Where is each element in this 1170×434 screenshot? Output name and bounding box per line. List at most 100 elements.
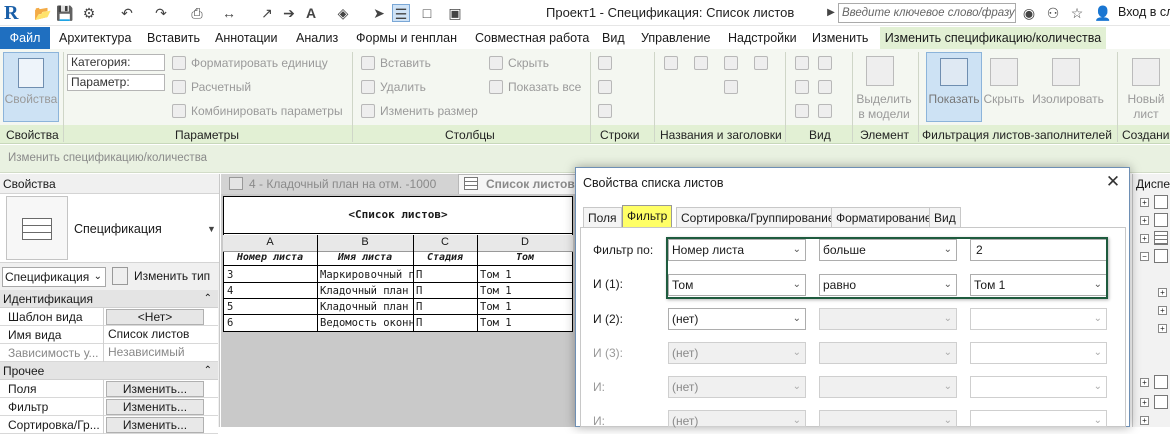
expand-icon[interactable]: + — [1158, 288, 1167, 297]
new-sheet-button[interactable]: Новый лист — [1124, 92, 1168, 122]
collapse-icon[interactable]: − — [1140, 252, 1149, 261]
filter-field-select[interactable]: (нет) ⌄ — [668, 308, 806, 330]
category-combo[interactable]: Категория: — [67, 54, 165, 71]
combine-button[interactable]: Комбинировать параметры — [191, 103, 343, 119]
expand-icon[interactable]: + — [1140, 198, 1149, 207]
align-horizontal-icon[interactable] — [818, 80, 832, 94]
sync-icon[interactable]: ⚙ — [80, 4, 98, 22]
table-cell[interactable]: Том 1 — [478, 267, 573, 283]
tab-addins[interactable]: Надстройки — [728, 27, 797, 49]
open-icon[interactable]: 📂 — [34, 4, 52, 22]
ungroup-icon[interactable] — [724, 80, 738, 94]
view-name-field[interactable]: Список листов — [104, 326, 204, 343]
star-icon[interactable]: ☆ — [1068, 4, 1086, 22]
table-cell[interactable]: 5 — [225, 299, 317, 315]
view-tab-floor-plan[interactable]: 4 - Кладочный план на отм. -1000 — [249, 177, 436, 191]
tab-sorting[interactable]: Сортировка/Группирование — [676, 207, 840, 227]
tab-architecture[interactable]: Архитектура — [59, 27, 131, 49]
hide-placeholder-button[interactable]: Скрыть — [982, 92, 1026, 107]
table-cell[interactable]: П — [414, 315, 477, 331]
expand-icon[interactable]: + — [1158, 306, 1167, 315]
expand-icon[interactable]: + — [1140, 398, 1149, 407]
table-cell[interactable]: Маркировочный п — [318, 267, 413, 283]
measure-icon[interactable]: ↔ — [220, 4, 238, 22]
tab-formatting[interactable]: Форматирование — [831, 207, 937, 227]
table-cell[interactable]: П — [414, 299, 477, 315]
hide-column-button[interactable]: Скрыть — [508, 55, 549, 71]
table-cell[interactable]: 4 — [225, 283, 317, 299]
calculated-button[interactable]: Расчетный — [191, 79, 251, 95]
header-cell[interactable]: Номер листа — [223, 252, 317, 263]
shading-icon[interactable] — [795, 56, 809, 70]
insert-image-icon[interactable] — [694, 56, 708, 70]
column-letter[interactable]: A — [223, 236, 317, 248]
merge-icon[interactable] — [664, 56, 678, 70]
table-cell[interactable]: П — [414, 283, 477, 299]
tab-modify[interactable]: Изменить — [812, 27, 868, 49]
user-icon[interactable]: 👤 — [1094, 4, 1112, 22]
sorting-edit-button[interactable]: Изменить... — [106, 417, 204, 433]
section-identification[interactable]: Идентификация ⌃ — [0, 290, 218, 308]
section-other[interactable]: Прочее ⌃ — [0, 362, 218, 380]
tab-collaborate[interactable]: Совместная работа — [475, 27, 589, 49]
insert-row-icon[interactable] — [598, 56, 612, 70]
tab-massing[interactable]: Формы и генплан — [356, 27, 457, 49]
redo-icon[interactable]: ↷ — [152, 4, 170, 22]
filter-edit-button[interactable]: Изменить... — [106, 399, 204, 415]
binoculars-icon[interactable]: ◉ — [1020, 4, 1038, 22]
revit-logo[interactable]: R — [4, 2, 24, 24]
format-unit-button[interactable]: Форматировать единицу — [191, 55, 328, 71]
switch-windows-icon[interactable]: ▣ — [446, 4, 464, 22]
reset-icon[interactable] — [795, 104, 809, 118]
table-cell[interactable]: Том 1 — [478, 283, 573, 299]
header-cell[interactable]: Имя листа — [317, 252, 413, 263]
sign-in-link[interactable]: Вход в слу — [1118, 5, 1170, 19]
tab-appearance[interactable]: Вид — [929, 207, 961, 227]
undo-icon[interactable]: ↶ — [118, 4, 136, 22]
close-hidden-icon[interactable]: □ — [418, 4, 436, 22]
resize-row-icon[interactable] — [598, 104, 612, 118]
fields-edit-button[interactable]: Изменить... — [106, 381, 204, 397]
group-icon[interactable] — [754, 56, 768, 70]
print-icon[interactable]: ⎙ — [188, 4, 206, 22]
table-cell[interactable]: 3 — [225, 267, 317, 283]
expand-icon[interactable]: + — [1158, 324, 1167, 333]
section-icon[interactable]: ➤ — [370, 4, 388, 22]
save-icon[interactable]: 💾 — [56, 4, 74, 22]
table-cell[interactable]: 6 — [225, 315, 317, 331]
isolate-placeholder-button[interactable]: Изолировать — [1030, 92, 1106, 107]
tab-view[interactable]: Вид — [602, 27, 625, 49]
tab-fields[interactable]: Поля — [583, 207, 622, 227]
table-cell[interactable]: Ведомость оконн — [318, 315, 413, 331]
thin-lines-icon[interactable]: ☰ — [392, 4, 410, 22]
subscription-icon[interactable]: ⚇ — [1044, 4, 1062, 22]
expand-icon[interactable]: + — [1140, 416, 1149, 425]
close-icon[interactable]: ✕ — [1104, 172, 1122, 192]
table-cell[interactable]: Том 1 — [478, 315, 573, 331]
column-letter[interactable]: B — [317, 236, 413, 248]
tab-analyze[interactable]: Анализ — [296, 27, 338, 49]
tab-filter[interactable]: Фильтр — [622, 205, 673, 227]
tab-annotate[interactable]: Аннотации — [215, 27, 277, 49]
show-all-button[interactable]: Показать все — [508, 79, 581, 95]
header-cell[interactable]: Стадия — [413, 252, 477, 263]
clear-cell-icon[interactable] — [724, 56, 738, 70]
delete-row-icon[interactable] — [598, 80, 612, 94]
tab-modify-schedule[interactable]: Изменить спецификацию/количества — [880, 27, 1106, 49]
table-cell[interactable]: П — [414, 267, 477, 283]
view-template-button[interactable]: <Нет> — [106, 309, 204, 325]
insert-column-button[interactable]: Вставить — [380, 55, 431, 71]
edit-type-button[interactable]: Изменить тип — [134, 269, 210, 283]
column-letter[interactable]: C — [413, 236, 477, 248]
tag-icon[interactable]: ➔ — [280, 4, 298, 22]
text-icon[interactable]: A — [302, 4, 320, 22]
table-cell[interactable]: Кладочный план н — [318, 283, 413, 299]
table-cell[interactable]: Том 1 — [478, 299, 573, 315]
align-vertical-icon[interactable] — [818, 104, 832, 118]
delete-column-button[interactable]: Удалить — [380, 79, 426, 95]
expand-icon[interactable]: + — [1140, 234, 1149, 243]
expand-icon[interactable]: + — [1140, 216, 1149, 225]
highlight-in-model-button[interactable]: Выделить в модели — [853, 92, 915, 122]
instance-selector[interactable]: Спецификация ⌄ — [2, 267, 106, 287]
borders-icon[interactable] — [818, 56, 832, 70]
